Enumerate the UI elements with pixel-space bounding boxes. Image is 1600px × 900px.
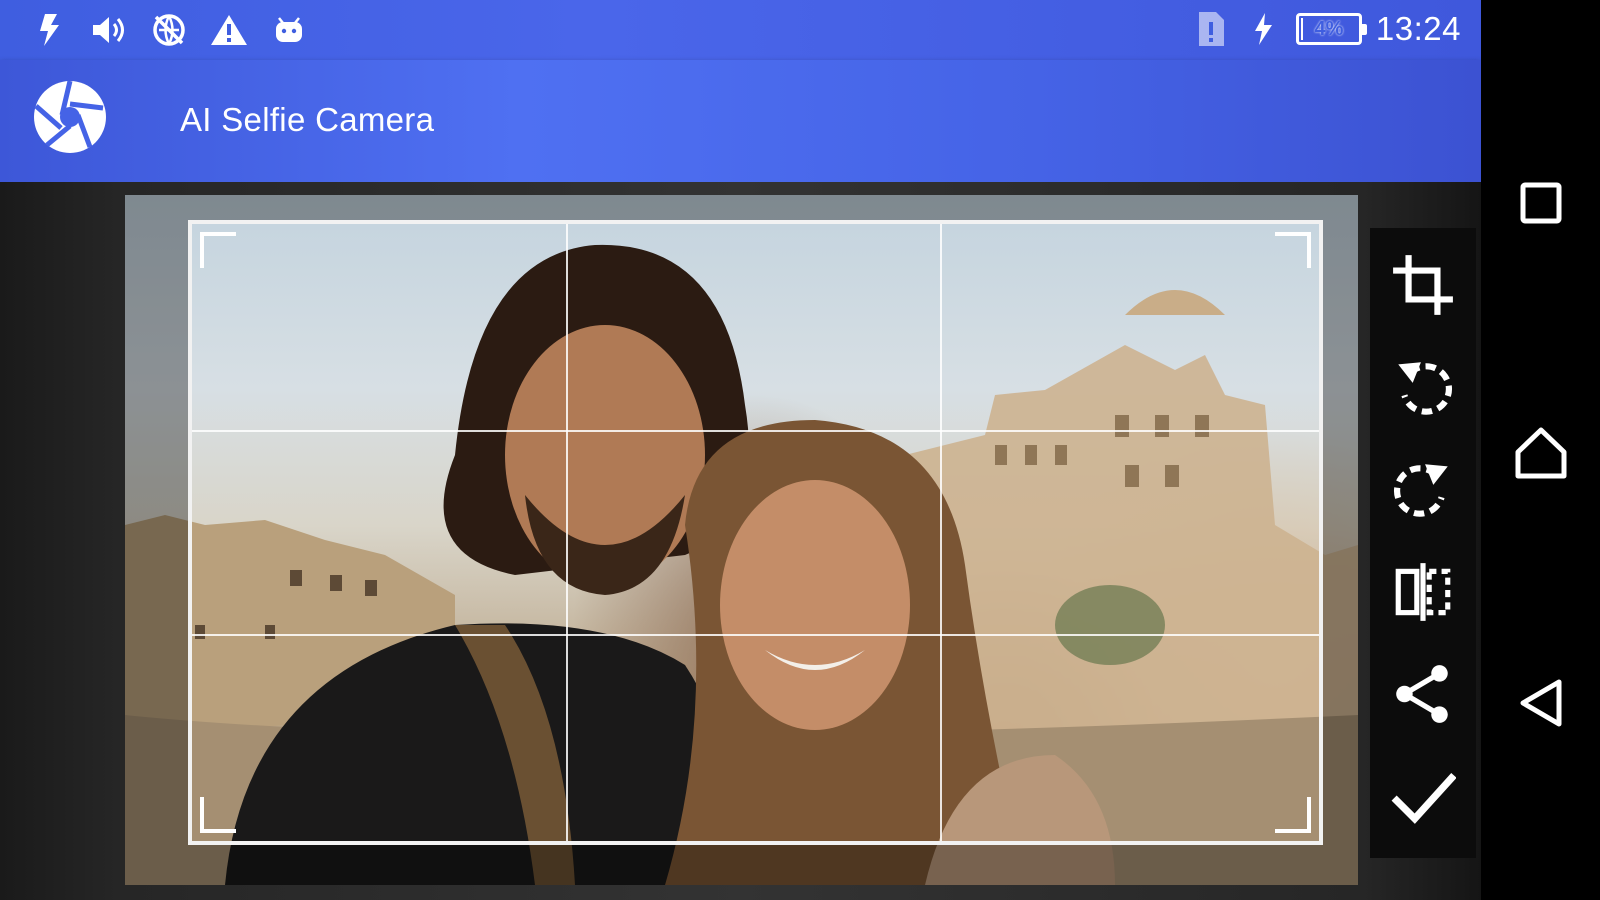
battery-level-fill <box>1300 18 1304 40</box>
volume-icon <box>90 12 128 48</box>
home-button[interactable] <box>1481 400 1600 510</box>
status-right-icons: 4% 13:24 <box>1192 10 1461 48</box>
checkmark-icon <box>1390 763 1457 834</box>
flip-button[interactable] <box>1383 554 1463 634</box>
rotate-right-icon <box>1390 456 1456 527</box>
crop-handle-top-right[interactable] <box>1275 232 1311 268</box>
status-clock: 13:24 <box>1375 10 1461 47</box>
grid-line-vertical-1 <box>566 224 568 841</box>
crop-icon <box>1390 252 1456 323</box>
grid-line-horizontal-2 <box>192 634 1319 636</box>
grid-line-horizontal-1 <box>192 430 1319 432</box>
status-left-icons <box>30 12 308 48</box>
recents-icon <box>1519 181 1563 230</box>
confirm-button[interactable] <box>1383 759 1463 839</box>
app-bar: AI Selfie Camera <box>0 60 1481 182</box>
crop-handle-top-left[interactable] <box>200 232 236 268</box>
crop-dim-top <box>125 195 1358 220</box>
crop-dim-bottom <box>125 845 1358 885</box>
recents-button[interactable] <box>1481 150 1600 260</box>
share-button[interactable] <box>1383 656 1463 736</box>
grid-line-vertical-2 <box>940 224 942 841</box>
crop-frame[interactable] <box>188 220 1323 845</box>
crop-handle-bottom-right[interactable] <box>1275 797 1311 833</box>
status-bar: 4% 13:24 <box>0 0 1481 60</box>
warning-icon <box>210 12 248 48</box>
edit-toolbar <box>1370 228 1476 858</box>
navigation-bar <box>1481 0 1600 900</box>
back-icon <box>1516 678 1566 733</box>
crop-button[interactable] <box>1383 247 1463 327</box>
charging-icon <box>1244 11 1282 47</box>
camera-shutter-icon <box>32 79 108 155</box>
back-button[interactable] <box>1481 650 1600 760</box>
battery-icon: 4% <box>1295 13 1367 45</box>
sim-alert-icon <box>1192 11 1230 47</box>
rotate-left-icon <box>1390 354 1456 425</box>
share-icon <box>1390 661 1456 732</box>
network-blocked-icon <box>150 12 188 48</box>
rotate-left-button[interactable] <box>1383 349 1463 429</box>
crop-dim-right <box>1323 220 1358 845</box>
home-icon <box>1514 426 1568 485</box>
android-icon <box>270 12 308 48</box>
flash-bolt-icon <box>30 12 68 48</box>
crop-handle-bottom-left[interactable] <box>200 797 236 833</box>
flip-icon <box>1390 559 1456 630</box>
crop-dim-left <box>125 220 188 845</box>
rotate-right-button[interactable] <box>1383 452 1463 532</box>
battery-percent: 4% <box>1314 17 1344 40</box>
app-title: AI Selfie Camera <box>180 101 435 138</box>
